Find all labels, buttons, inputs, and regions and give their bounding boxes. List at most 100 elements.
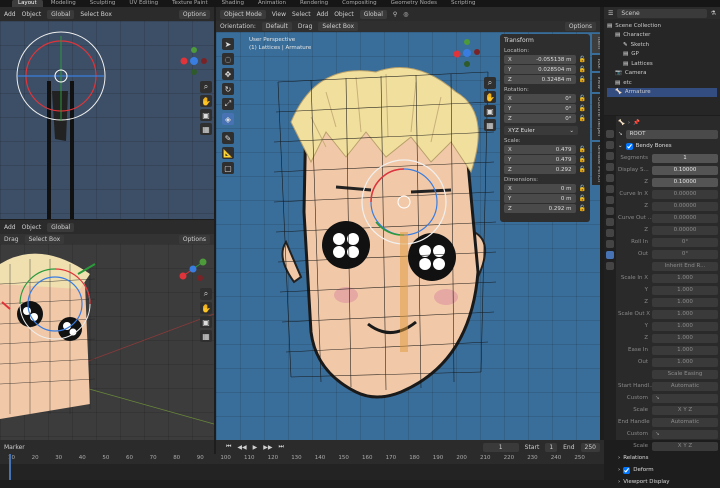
workspace-tab[interactable]: Compositing [336,0,382,7]
next-keyframe-icon[interactable]: ▶▶ [263,444,272,451]
menu-view[interactable]: View [272,11,286,18]
workspace-tab[interactable]: Scripting [445,0,481,7]
transform-orientation-dropdown[interactable]: Global [47,222,75,232]
workspace-tab[interactable]: Sculpting [84,0,122,7]
lock-icon[interactable]: 🔓 [579,156,586,163]
lock-icon[interactable]: 🔓 [579,95,586,102]
constraint-icon[interactable] [606,229,614,237]
scale-field[interactable]: X 0.479 [504,145,576,154]
bendy-bones-section[interactable]: ⌄ Bendy Bones [618,140,718,152]
outliner-row[interactable]: 📷 Camera [607,69,717,79]
tool-icon[interactable] [606,130,614,138]
navigation-gizmo[interactable] [178,254,208,286]
start-custom-field[interactable]: ↘ [652,393,718,403]
menu-object[interactable]: Object [334,11,354,18]
menu-select[interactable]: Select [292,11,311,18]
menu-add[interactable]: Add [4,224,16,231]
scale-field[interactable]: Y 0.479 [504,155,576,164]
workspace-tab[interactable]: Geometry Nodes [385,0,443,7]
bendy-bone-row-value[interactable]: 1.000 [652,309,718,319]
rotation-field[interactable]: Y 0° [504,104,576,113]
lock-icon[interactable]: 🔓 [579,76,586,83]
hand-pan-icon[interactable]: ✋ [200,302,212,314]
outliner-row[interactable]: ▤ etc [607,78,717,88]
navigation-gizmo[interactable] [180,47,208,77]
bone-constraint-icon[interactable] [606,262,614,270]
bendy-bone-row-value[interactable]: 0.10000 [652,177,718,187]
end-handle-dropdown[interactable]: Automatic [652,417,718,427]
npanel-tab[interactable]: Outline Helper [592,94,600,141]
object-mode-dropdown[interactable]: Object Mode [220,9,266,19]
scene-icon[interactable] [606,174,614,182]
drag-label[interactable]: Drag [4,236,19,243]
playhead[interactable] [9,454,11,480]
grid-view-icon[interactable]: ▦ [200,330,212,342]
select-box-dropdown[interactable]: Select Box [318,22,358,31]
workspace-tab[interactable]: Layout [12,0,43,7]
relations-section[interactable]: › Relations [618,452,718,464]
zoom-icon[interactable]: ⌕ [200,81,212,93]
options-dropdown[interactable]: Options [178,9,210,19]
camera-view-icon[interactable]: ▣ [484,105,496,117]
workspace-tab[interactable]: Texture Paint [166,0,214,7]
outliner-row[interactable]: ▤ Scene Collection [607,21,717,31]
modifier-icon[interactable] [606,207,614,215]
workspace-tab[interactable]: Modeling [45,0,82,7]
bendy-bone-row-value[interactable]: 0.00000 [652,225,718,235]
top-left-viewport[interactable]: ⌕ ✋ ▣ ▦ [0,21,214,219]
end-frame-field[interactable]: 250 [580,442,600,452]
select-box-dropdown[interactable]: Select Box [24,234,65,244]
deform-section[interactable]: › Deform [618,464,718,476]
npanel-tab[interactable]: Grease Pencil [592,142,600,186]
bendy-bone-row-value[interactable]: 1.000 [652,321,718,331]
zoom-icon[interactable]: ⌕ [200,288,212,300]
pin-icon[interactable]: 📌 [633,120,640,126]
outliner-filter-icon[interactable]: ☰ [608,10,613,17]
bendy-bone-row-value[interactable]: 0° [652,249,718,259]
scale-icon[interactable]: ⤢ [222,98,234,110]
timeline-track[interactable]: 10 20 30 40 50 60 70 80 90 100 110 120 130 140 150 160 1… [0,454,604,480]
lock-icon[interactable]: 🔓 [579,146,586,153]
location-field[interactable]: Y 0.028504 m [504,65,576,74]
main-viewport[interactable]: User Perspective (1) Lattices | Armature [216,32,600,440]
workspace-tab[interactable]: Rendering [294,0,334,7]
workspace-tab[interactable]: Animation [252,0,292,7]
rotation-mode-dropdown[interactable]: XYZ Euler ⌄ [504,126,578,135]
bendy-bone-row-value[interactable]: 1.000 [652,333,718,343]
bendy-bone-row-value[interactable]: 0.10000 [652,165,718,175]
armature-data-icon[interactable] [606,240,614,248]
add-cube-icon[interactable]: ▢ [222,162,234,174]
deform-checkbox[interactable] [623,466,631,474]
hand-pan-icon[interactable]: ✋ [200,95,212,107]
grid-view-icon[interactable]: ▦ [484,119,496,131]
play-icon[interactable]: ▶ [253,444,258,451]
viewport-display-section[interactable]: › Viewport Display [618,476,718,488]
end-scale-toggles[interactable]: X Y Z [652,441,718,451]
bone-icon[interactable] [606,251,614,259]
hand-pan-icon[interactable]: ✋ [484,91,496,103]
bendy-bone-row-value[interactable]: 1 [652,153,718,163]
bendy-bone-row-value[interactable]: Inherit End R... [652,261,718,271]
lock-icon[interactable]: 🔓 [579,195,586,202]
options-dropdown[interactable]: Options [564,22,596,31]
location-field[interactable]: Z 0.32484 m [504,75,576,84]
select-cursor-icon[interactable]: ➤ [222,38,234,50]
jump-start-icon[interactable]: ⏮ [226,443,231,451]
transform-icon[interactable]: ◈ [222,113,234,125]
select-box-tool[interactable]: Select Box [80,11,112,18]
bendy-bone-row-value[interactable]: 1.000 [652,297,718,307]
menu-add[interactable]: Add [4,11,16,18]
jump-end-icon[interactable]: ⏭ [279,443,284,451]
lock-icon[interactable]: 🔓 [579,105,586,112]
outliner-row[interactable]: 🦴 Armature [607,87,717,97]
output-icon[interactable] [606,152,614,160]
funnel-icon[interactable]: ⚗ [711,10,716,17]
snap-icon[interactable]: ⚲ [393,11,397,18]
outliner-row[interactable]: ▤ Lattices [607,59,717,69]
scale-field[interactable]: Z 0.292 [504,165,576,174]
bendy-bones-checkbox[interactable] [625,142,633,150]
lock-icon[interactable]: 🔓 [579,185,586,192]
drag-label[interactable]: Drag [298,23,313,30]
camera-view-icon[interactable]: ▣ [200,316,212,328]
grid-view-icon[interactable]: ▦ [200,123,212,135]
